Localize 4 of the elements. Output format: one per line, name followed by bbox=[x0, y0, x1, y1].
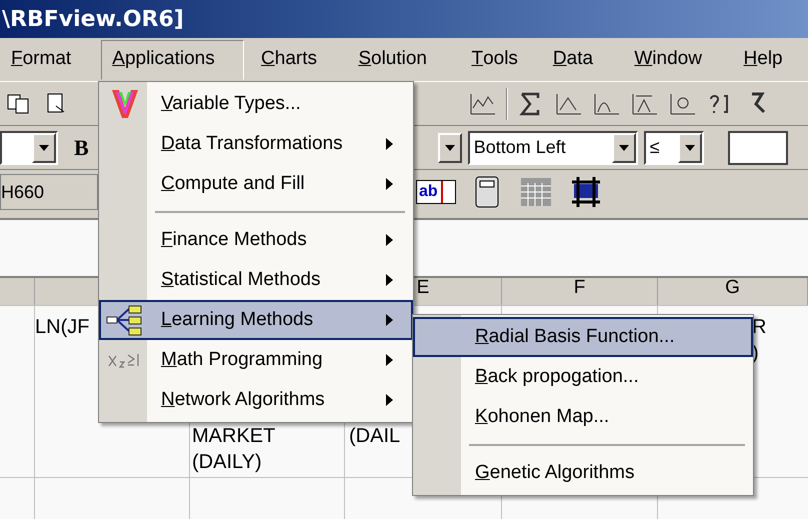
table-cell-text: MARKET (DAILY) bbox=[192, 424, 276, 475]
table-cell: LN(JF bbox=[35, 316, 90, 338]
table-cell-text: (DAIL bbox=[349, 424, 400, 449]
window-title: \RBFview.OR6] bbox=[1, 6, 184, 34]
